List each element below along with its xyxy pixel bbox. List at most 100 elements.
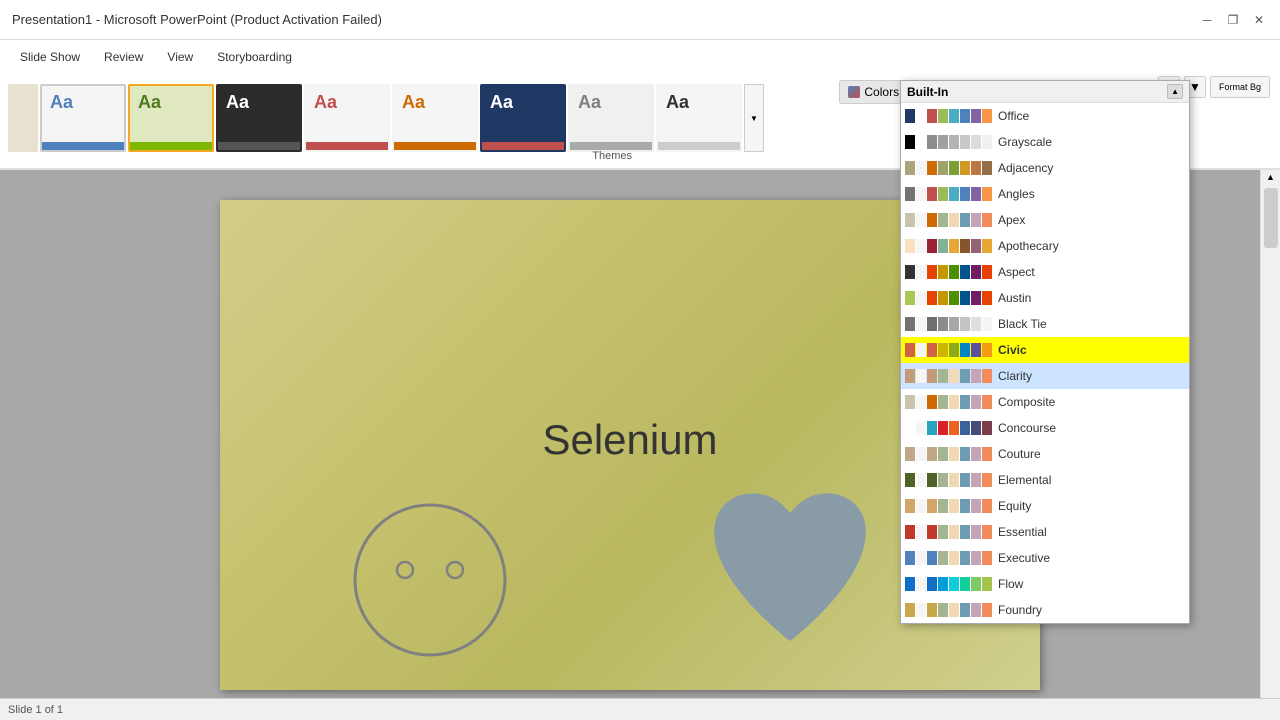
swatch: [938, 369, 948, 383]
dropdown-scroll-up[interactable]: ▲: [1167, 84, 1183, 99]
themes-label: Themes: [592, 150, 632, 162]
color-row-equity[interactable]: Equity: [901, 493, 1189, 519]
swatch: [982, 343, 992, 357]
swatches-aspect: [905, 265, 992, 279]
window-controls: ─ ❐ ✕: [1198, 11, 1268, 29]
swatch: [916, 577, 926, 591]
swatch: [905, 317, 915, 331]
restore-button[interactable]: ❐: [1224, 11, 1242, 29]
color-row-angles[interactable]: Angles: [901, 181, 1189, 207]
format-background-button[interactable]: Format Bg: [1210, 76, 1270, 98]
title-bar: Presentation1 - Microsoft PowerPoint (Pr…: [0, 0, 1280, 40]
swatch: [905, 239, 915, 253]
swatch: [916, 109, 926, 123]
scroll-up-arrow[interactable]: ▲: [1264, 170, 1277, 184]
swatch: [927, 603, 937, 617]
color-row-civic[interactable]: Civic: [901, 337, 1189, 363]
swatch: [949, 369, 959, 383]
swatch: [949, 473, 959, 487]
swatch: [971, 109, 981, 123]
swatch: [949, 551, 959, 565]
color-row-label-foundry: Foundry: [998, 603, 1042, 617]
tab-slideshow[interactable]: Slide Show: [10, 46, 90, 68]
color-row-apothecary[interactable]: Apothecary: [901, 233, 1189, 259]
theme-thumb-1[interactable]: Aa: [40, 84, 126, 152]
color-row-label-composite: Composite: [998, 395, 1055, 409]
theme-thumb-5[interactable]: Aa: [392, 84, 478, 152]
color-row-label-apex: Apex: [998, 213, 1025, 227]
color-row-flow[interactable]: Flow: [901, 571, 1189, 597]
theme-thumb-7[interactable]: Aa: [568, 84, 654, 152]
swatch: [916, 187, 926, 201]
color-row-couture[interactable]: Couture: [901, 441, 1189, 467]
swatch: [927, 395, 937, 409]
theme-thumb-2[interactable]: Aa: [128, 84, 214, 152]
right-scrollbar[interactable]: ▲ ▼: [1260, 170, 1280, 720]
color-row-essential[interactable]: Essential: [901, 519, 1189, 545]
color-row-label-office: Office: [998, 109, 1029, 123]
swatch: [905, 135, 915, 149]
slide-title: Selenium: [542, 416, 717, 464]
color-row-clarity[interactable]: Clarity: [901, 363, 1189, 389]
swatch: [927, 291, 937, 305]
swatches-concourse: [905, 421, 992, 435]
scrollbar-thumb[interactable]: [1264, 188, 1278, 248]
color-row-label-concourse: Concourse: [998, 421, 1056, 435]
color-row-apex[interactable]: Apex: [901, 207, 1189, 233]
color-row-label-angles: Angles: [998, 187, 1035, 201]
tab-review[interactable]: Review: [94, 46, 153, 68]
swatch: [949, 395, 959, 409]
minimize-button[interactable]: ─: [1198, 11, 1216, 29]
color-row-aspect[interactable]: Aspect: [901, 259, 1189, 285]
swatch: [982, 499, 992, 513]
swatch: [982, 213, 992, 227]
color-row-elemental[interactable]: Elemental: [901, 467, 1189, 493]
swatch: [927, 577, 937, 591]
swatch: [949, 135, 959, 149]
color-row-austin[interactable]: Austin: [901, 285, 1189, 311]
swatch: [971, 499, 981, 513]
swatch: [938, 499, 948, 513]
swatch: [982, 109, 992, 123]
theme-thumb-6[interactable]: Aa: [480, 84, 566, 152]
swatch: [916, 343, 926, 357]
swatch: [949, 421, 959, 435]
theme-thumb-8[interactable]: Aa: [656, 84, 742, 152]
swatch: [960, 421, 970, 435]
swatch: [905, 577, 915, 591]
swatch: [927, 213, 937, 227]
color-row-foundry[interactable]: Foundry: [901, 597, 1189, 623]
swatch: [949, 317, 959, 331]
color-row-office[interactable]: Office: [901, 103, 1189, 129]
swatch: [971, 473, 981, 487]
swatch: [938, 395, 948, 409]
swatch: [982, 525, 992, 539]
swatch: [971, 213, 981, 227]
swatch: [949, 213, 959, 227]
color-row-adjacency[interactable]: Adjacency: [901, 155, 1189, 181]
color-row-blacktie[interactable]: Black Tie: [901, 311, 1189, 337]
theme-thumb-default[interactable]: [8, 84, 38, 152]
status-text: Slide 1 of 1: [8, 704, 63, 716]
color-row-composite[interactable]: Composite: [901, 389, 1189, 415]
theme-thumb-4[interactable]: Aa: [304, 84, 390, 152]
theme-thumb-3[interactable]: Aa: [216, 84, 302, 152]
swatch: [960, 343, 970, 357]
swatch: [927, 421, 937, 435]
dropdown-body: Office GrayscaleAdjacency Angles Apex Apothe…: [901, 103, 1189, 623]
swatch: [916, 421, 926, 435]
tab-view[interactable]: View: [157, 46, 203, 68]
tab-storyboarding[interactable]: Storyboarding: [207, 46, 302, 68]
color-row-grayscale[interactable]: Grayscale: [901, 129, 1189, 155]
close-button[interactable]: ✕: [1250, 11, 1268, 29]
swatch: [982, 161, 992, 175]
swatch: [949, 525, 959, 539]
swatch: [960, 499, 970, 513]
themes-scroll-down[interactable]: ▼: [744, 84, 764, 152]
color-row-executive[interactable]: Executive: [901, 545, 1189, 571]
swatch: [982, 551, 992, 565]
color-row-concourse[interactable]: Concourse: [901, 415, 1189, 441]
swatch: [927, 317, 937, 331]
swatch: [938, 473, 948, 487]
swatch: [960, 525, 970, 539]
